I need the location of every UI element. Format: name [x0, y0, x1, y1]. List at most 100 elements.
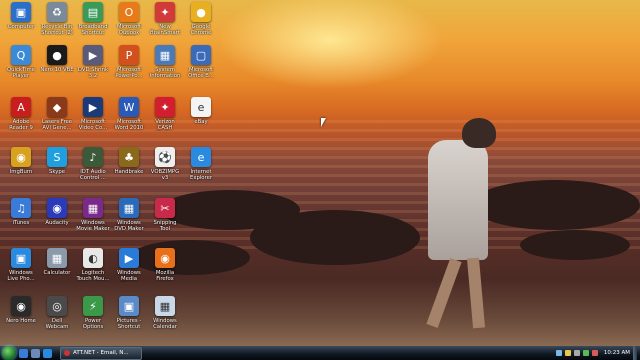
app-icon: ▦	[83, 198, 103, 218]
desktop-icon-label: eBay	[194, 119, 208, 125]
desktop-icon[interactable]: ▣ Pictures - Shortcut	[112, 296, 146, 330]
app-icon: A	[11, 97, 31, 117]
desktop-icon[interactable]: ▦ System Information	[148, 45, 182, 79]
desktop-icon[interactable]: ● Google Chrome	[184, 2, 218, 36]
desktop-icon[interactable]: ◐ Logitech Touch Mou...	[76, 248, 110, 282]
desktop-icon-label: Windows DVD Maker	[114, 220, 144, 232]
desktop-icon-label: Lasers Free AVI Gene...	[41, 119, 73, 131]
desktop-icon[interactable]: ◉ Nero Home	[4, 296, 38, 324]
desktop-icon-label: Internet Explorer	[189, 169, 213, 181]
desktop-icon-label: Microsoft Video Co...	[78, 119, 108, 131]
desktop-icon[interactable]: ♫ iTunes	[4, 198, 38, 226]
desktop-icon[interactable]: e eBay	[184, 97, 218, 125]
desktop-icon[interactable]: ▢ Microsoft Office B...	[184, 45, 218, 79]
desktop-icon[interactable]: ▦ Windows DVD Maker	[112, 198, 146, 232]
desktop-icon-label: Computer	[7, 24, 35, 30]
desktop-icon[interactable]: ⚡ Power Options	[76, 296, 110, 330]
desktop-icon[interactable]: A Adobe Reader 9	[4, 97, 38, 131]
desktop-icon[interactable]: ▣ Computer	[4, 2, 38, 30]
app-icon: ▦	[155, 45, 175, 65]
desktop-icon[interactable]: S Skype	[40, 147, 74, 175]
system-tray: 10:23 AM	[555, 346, 640, 360]
person-silhouette	[428, 140, 488, 260]
desktop-icon[interactable]: ● Nero 10 VBE	[40, 45, 74, 73]
desktop-icon[interactable]: ✦ Verizon CASH Master	[148, 97, 182, 131]
desktop-icon-label: New BrainSmart	[150, 24, 180, 36]
app-icon: ▢	[191, 45, 211, 65]
desktop-icon[interactable]: W Microsoft Word 2010	[112, 97, 146, 131]
desktop-icon-label: Handbrake	[114, 169, 144, 175]
app-icon: ♣	[119, 147, 139, 167]
quick-launch-ie-icon[interactable]	[43, 348, 52, 358]
desktop-icon-label: Logitech Touch Mou...	[76, 270, 110, 282]
desktop-icon[interactable]: ♣ Handbrake	[112, 147, 146, 175]
desktop-icon[interactable]: e Internet Explorer	[184, 147, 218, 181]
desktop-icon[interactable]: ▦ Calculator	[40, 248, 74, 276]
tray-power-icon[interactable]	[582, 350, 589, 356]
app-icon: e	[191, 97, 211, 117]
firefox-icon	[64, 350, 70, 356]
desktop-icon-label: Pictures - Shortcut	[116, 318, 142, 330]
desktop-icon-label: IDT Audio Control ...	[80, 169, 106, 181]
desktop-icon[interactable]: ◆ Lasers Free AVI Gene...	[40, 97, 74, 131]
clock[interactable]: 10:23 AM	[604, 350, 630, 356]
desktop-icon[interactable]: P Microsoft PowerPo...	[112, 45, 146, 79]
desktop-icon[interactable]: ▶ Windows Media Player	[112, 248, 146, 282]
desktop-icon-label: Calculator	[43, 270, 71, 276]
app-icon: ◉	[11, 296, 31, 316]
desktop-icon[interactable]: O Microsoft Outlook 2010	[112, 2, 146, 36]
app-icon: ▶	[83, 97, 103, 117]
desktop-icon[interactable]: ◉ Mozilla Firefox	[148, 248, 182, 282]
desktop-icon[interactable]: ▣ Windows Live Pho...	[4, 248, 38, 282]
desktop-icon[interactable]: ◉ ImgBurn	[4, 147, 38, 175]
desktop-icon-label: Microsoft PowerPo...	[115, 67, 143, 79]
person-leg	[466, 257, 486, 329]
desktop-icon-label: Microsoft Outlook 2010	[116, 24, 142, 36]
desktop-icon[interactable]: ▤ Broadband Shortcut	[76, 2, 110, 36]
desktop-icon-label: Nero 10 VBE	[40, 67, 74, 73]
desktop-icon[interactable]: ✂ Snipping Tool	[148, 198, 182, 232]
taskbar-window-button[interactable]: ATT.NET - Email, N...	[60, 346, 142, 360]
desktop-icon[interactable]: ◎ Dell Webcam Central	[40, 296, 74, 330]
quick-launch-switch-windows-icon[interactable]	[31, 348, 40, 358]
app-icon: ◎	[47, 296, 67, 316]
app-icon: ✦	[155, 97, 175, 117]
rock	[520, 230, 630, 260]
desktop-icon[interactable]: ◉ Audacity	[40, 198, 74, 226]
app-icon: ◉	[47, 198, 67, 218]
tray-security-icon[interactable]	[564, 350, 571, 356]
app-icon: ▣	[119, 296, 139, 316]
taskbar-window-label: ATT.NET - Email, N...	[73, 350, 129, 356]
desktop-icon[interactable]: ✦ New BrainSmart	[148, 2, 182, 36]
desktop-icon[interactable]: ▦ Windows Calendar	[148, 296, 182, 330]
app-icon: ▣	[11, 2, 31, 22]
app-icon: ●	[191, 2, 211, 22]
app-icon: Q	[11, 45, 31, 65]
desktop[interactable]: ▣ Computer ♻ Recycle Bin Shortcut (2) ▤ Broad…	[0, 0, 640, 346]
app-icon: ▦	[155, 296, 175, 316]
desktop-icon-label: Snipping Tool	[153, 220, 177, 232]
mouse-cursor-icon	[321, 118, 326, 127]
desktop-icon-label: iTunes	[12, 220, 30, 226]
desktop-icon[interactable]: ▶ Microsoft Video Co...	[76, 97, 110, 131]
app-icon: ✂	[155, 198, 175, 218]
tray-network-icon[interactable]	[555, 350, 562, 356]
desktop-icon[interactable]: ⚽ VOBZIMPG v3	[148, 147, 182, 181]
app-icon: ♪	[83, 147, 103, 167]
app-icon: ▦	[47, 248, 67, 268]
desktop-icon[interactable]: ▶ DVD Shrink 3.2	[76, 45, 110, 79]
desktop-icon-label: QuickTime Player	[7, 67, 35, 79]
show-desktop-button[interactable]	[633, 346, 637, 360]
desktop-icon[interactable]: Q QuickTime Player	[4, 45, 38, 79]
tray-volume-icon[interactable]	[573, 350, 580, 356]
desktop-icon[interactable]: ♪ IDT Audio Control ...	[76, 147, 110, 181]
desktop-icon[interactable]: ♻ Recycle Bin Shortcut (2)	[40, 2, 74, 36]
start-button[interactable]	[2, 346, 16, 360]
desktop-icon-label: Mozilla Firefox	[155, 270, 175, 282]
app-icon: P	[119, 45, 139, 65]
desktop-icon-label: Microsoft Word 2010	[114, 119, 144, 131]
quick-launch-show-desktop-icon[interactable]	[19, 348, 28, 358]
app-icon: ▶	[119, 248, 139, 268]
desktop-icon[interactable]: ▦ Windows Movie Maker	[76, 198, 110, 232]
tray-app-icon[interactable]	[591, 350, 598, 356]
